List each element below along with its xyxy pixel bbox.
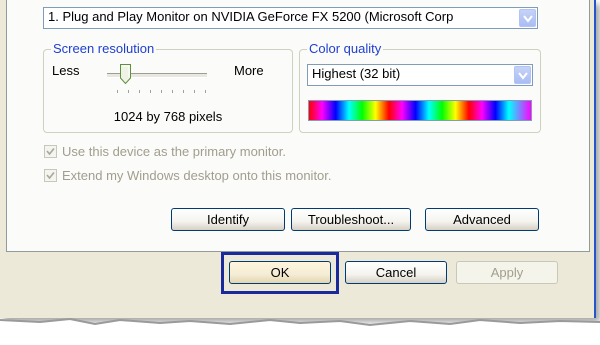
torn-edge-decoration xyxy=(0,317,600,345)
slider-tick xyxy=(183,90,184,93)
slider-tick xyxy=(128,90,129,93)
color-quality-group: Color quality Highest (32 bit) xyxy=(299,41,541,133)
primary-monitor-label: Use this device as the primary monitor. xyxy=(62,144,286,159)
cancel-button[interactable]: Cancel xyxy=(345,261,447,284)
slider-tick xyxy=(161,90,162,93)
screen-resolution-group: Screen resolution Less More 1024 by 768 … xyxy=(43,41,293,133)
less-label: Less xyxy=(52,63,80,78)
color-quality-value: Highest (32 bit) xyxy=(312,66,401,81)
advanced-button[interactable]: Advanced xyxy=(425,208,539,231)
screen-resolution-legend: Screen resolution xyxy=(51,41,157,56)
chevron-down-icon[interactable] xyxy=(514,66,531,84)
ok-button[interactable]: OK xyxy=(229,261,331,284)
chevron-down-icon[interactable] xyxy=(519,9,536,27)
slider-tick xyxy=(172,90,173,93)
slider-tick xyxy=(139,90,140,93)
display-monitor-value: 1. Plug and Play Monitor on NVIDIA GeFor… xyxy=(48,9,454,24)
primary-monitor-checkbox[interactable] xyxy=(44,145,57,158)
identify-button[interactable]: Identify xyxy=(171,208,285,231)
color-quality-select[interactable]: Highest (32 bit) xyxy=(307,64,533,86)
color-quality-legend: Color quality xyxy=(307,41,384,56)
slider-tick xyxy=(117,90,118,93)
slider-tick xyxy=(194,90,195,93)
display-properties-window: 1. Plug and Play Monitor on NVIDIA GeFor… xyxy=(0,0,596,318)
more-label: More xyxy=(234,63,264,78)
extend-desktop-checkbox[interactable] xyxy=(44,169,57,182)
settings-tab-panel: 1. Plug and Play Monitor on NVIDIA GeFor… xyxy=(6,0,590,252)
slider-tick xyxy=(205,90,206,93)
slider-tick xyxy=(150,90,151,93)
troubleshoot-button[interactable]: Troubleshoot... xyxy=(291,208,411,231)
extend-desktop-label: Extend my Windows desktop onto this moni… xyxy=(62,168,332,183)
display-monitor-select[interactable]: 1. Plug and Play Monitor on NVIDIA GeFor… xyxy=(43,7,538,29)
apply-button[interactable]: Apply xyxy=(456,261,558,284)
resolution-value-text: 1024 by 768 pixels xyxy=(113,109,223,124)
color-spectrum-bar xyxy=(308,100,532,121)
resolution-slider-thumb[interactable] xyxy=(120,64,131,85)
